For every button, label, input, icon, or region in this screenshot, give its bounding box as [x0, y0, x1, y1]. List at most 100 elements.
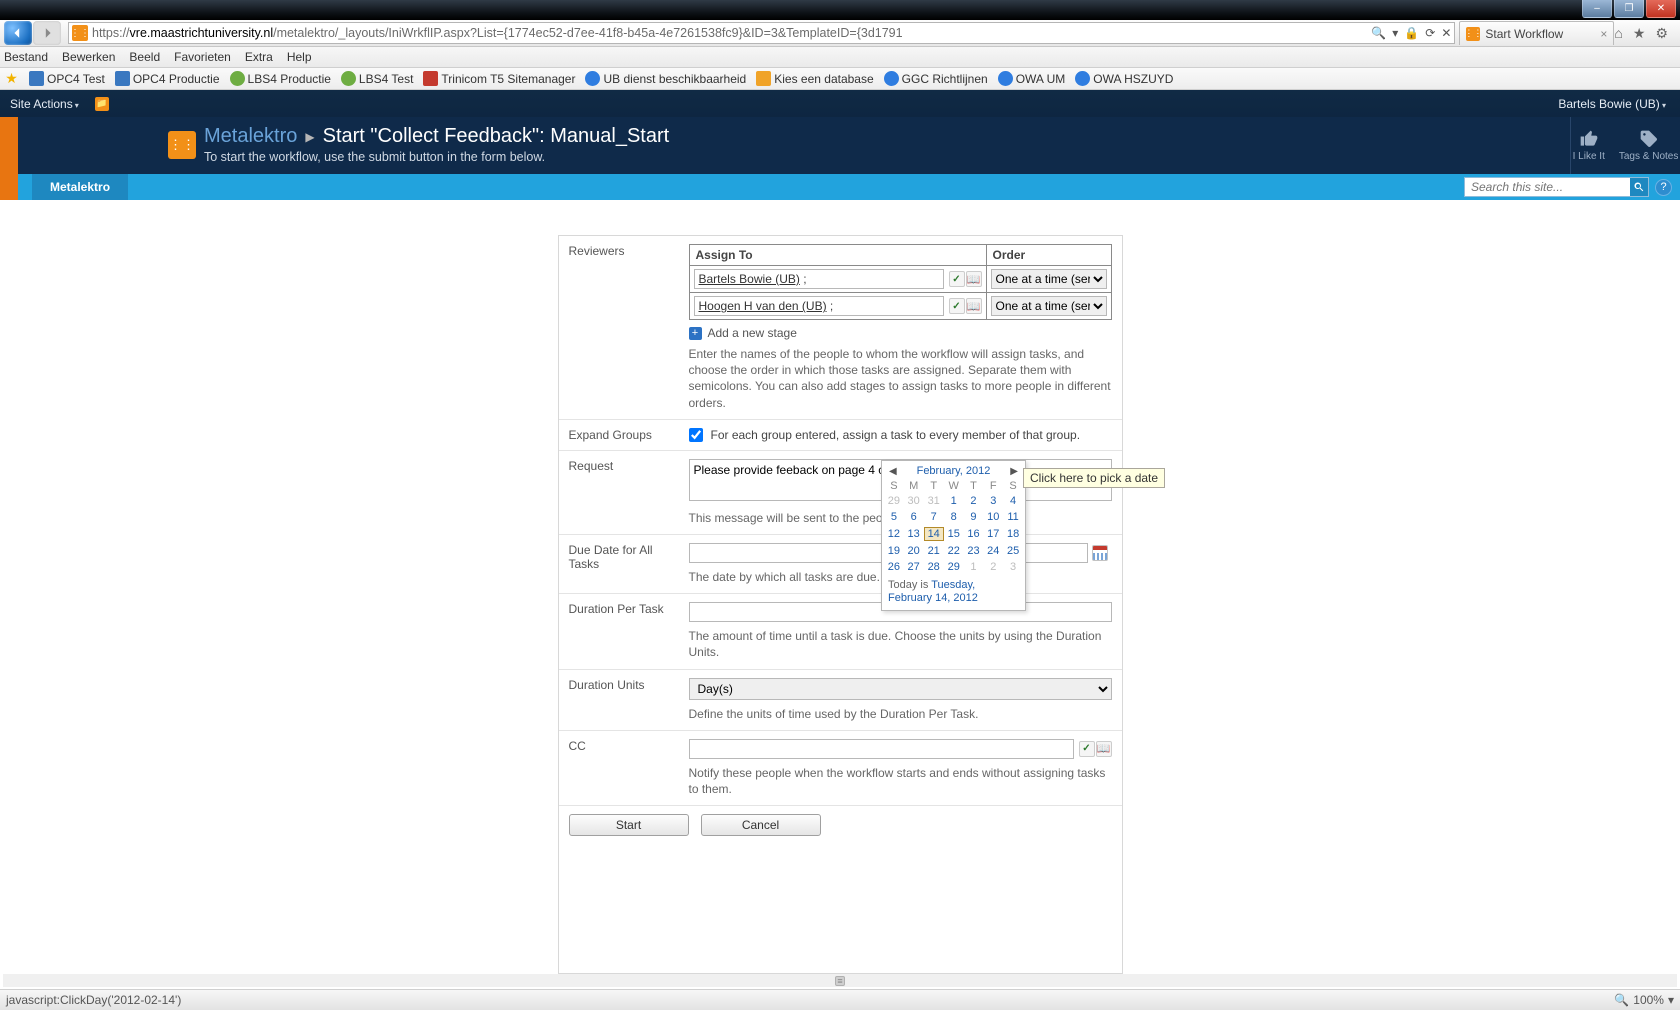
cal-day[interactable]: 10: [983, 509, 1003, 525]
menu-favorieten[interactable]: Favorieten: [174, 50, 231, 64]
cal-day[interactable]: 12: [884, 525, 904, 543]
o2-icon: [115, 71, 130, 86]
cal-day[interactable]: 11: [1003, 509, 1023, 525]
browse-people-button[interactable]: [1096, 741, 1112, 757]
horizontal-scrollbar[interactable]: ≡: [3, 974, 1677, 987]
fav-link-opc4-productie[interactable]: OPC4 Productie: [115, 71, 220, 86]
ie-icon: [884, 71, 899, 86]
favorites-button[interactable]: ★: [1633, 25, 1646, 42]
check-names-button[interactable]: [949, 298, 965, 314]
fav-link-lbs4-productie[interactable]: LBS4 Productie: [230, 71, 331, 86]
cal-day[interactable]: 19: [884, 543, 904, 559]
cal-day[interactable]: 20: [904, 543, 924, 559]
cal-prev-button[interactable]: ◀: [886, 466, 900, 477]
date-picker-button[interactable]: [1092, 545, 1108, 561]
tools-button[interactable]: ⚙: [1655, 25, 1668, 42]
search-dropdown-icon[interactable]: 🔍: [1371, 26, 1386, 40]
cal-day[interactable]: 17: [983, 525, 1003, 543]
topnav-tab-metalektro[interactable]: Metalektro: [32, 174, 128, 200]
top-nav: Metalektro ?: [0, 174, 1680, 200]
add-stage-link[interactable]: + Add a new stage: [689, 326, 1112, 340]
people-picker-input[interactable]: Hoogen H van den (UB) ;: [694, 296, 944, 316]
cal-day[interactable]: 6: [904, 509, 924, 525]
user-menu[interactable]: Bartels Bowie (UB): [1558, 97, 1666, 111]
fav-link-lbs4-test[interactable]: LBS4 Test: [341, 71, 413, 86]
browse-people-button[interactable]: [966, 271, 982, 287]
people-picker-input[interactable]: Bartels Bowie (UB) ;: [694, 269, 944, 289]
cal-day[interactable]: 29: [944, 559, 964, 575]
help-button[interactable]: ?: [1655, 179, 1672, 196]
fav-link-owa-hszuyd[interactable]: OWA HSZUYD: [1075, 71, 1173, 86]
fav-link-ggc-richtlijnen[interactable]: GGC Richtlijnen: [884, 71, 988, 86]
tags-notes-button[interactable]: Tags & Notes: [1619, 129, 1678, 162]
stop-button[interactable]: ✕: [1441, 26, 1451, 40]
order-select[interactable]: One at a time (serial): [991, 269, 1107, 289]
cal-day[interactable]: 13: [904, 525, 924, 543]
cal-next-button[interactable]: ▶: [1007, 466, 1021, 477]
menu-help[interactable]: Help: [287, 50, 312, 64]
window-maximize-button[interactable]: ❐: [1614, 0, 1644, 18]
breadcrumb-root-link[interactable]: Metalektro: [204, 125, 297, 148]
site-actions-menu[interactable]: Site Actions: [0, 97, 89, 111]
fav-link-kies-een-database[interactable]: Kies een database: [756, 71, 873, 86]
menu-extra[interactable]: Extra: [245, 50, 273, 64]
menu-beeld[interactable]: Beeld: [129, 50, 160, 64]
refresh-button[interactable]: ⟳: [1425, 26, 1435, 40]
form-buttons: Start Cancel: [559, 806, 1122, 844]
cal-day[interactable]: 23: [964, 543, 984, 559]
cal-day[interactable]: 8: [944, 509, 964, 525]
cal-day: 2: [983, 559, 1003, 575]
cal-day[interactable]: 26: [884, 559, 904, 575]
home-button[interactable]: ⌂: [1614, 25, 1622, 41]
cal-day[interactable]: 3: [983, 493, 1003, 509]
site-search-button[interactable]: [1630, 178, 1648, 196]
cal-day[interactable]: 5: [884, 509, 904, 525]
cal-day[interactable]: 21: [924, 543, 944, 559]
order-select[interactable]: One at a time (serial): [991, 296, 1107, 316]
fav-link-opc4-test[interactable]: OPC4 Test: [29, 71, 105, 86]
forward-button[interactable]: [33, 21, 61, 45]
fav-link-owa-um[interactable]: OWA UM: [998, 71, 1066, 86]
cal-day[interactable]: 9: [964, 509, 984, 525]
menu-bewerken[interactable]: Bewerken: [62, 50, 115, 64]
sharepoint-ribbon: Site Actions 📁 Bartels Bowie (UB): [0, 90, 1680, 117]
cal-day[interactable]: 7: [924, 509, 944, 525]
window-close-button[interactable]: ✕: [1646, 0, 1676, 18]
zoom-dropdown[interactable]: ▾: [1668, 993, 1674, 1007]
browse-people-button[interactable]: [966, 298, 982, 314]
cal-day[interactable]: 14: [924, 525, 944, 543]
cal-day[interactable]: 15: [944, 525, 964, 543]
i-like-it-button[interactable]: I Like It: [1573, 129, 1605, 162]
window-minimize-button[interactable]: –: [1582, 0, 1612, 18]
cal-day[interactable]: 1: [944, 493, 964, 509]
cancel-button[interactable]: Cancel: [701, 814, 821, 836]
check-names-button[interactable]: [949, 271, 965, 287]
scroll-thumb[interactable]: ≡: [835, 976, 845, 986]
fav-link-ub-dienst-beschikbaarheid[interactable]: UB dienst beschikbaarheid: [585, 71, 746, 86]
cal-day[interactable]: 25: [1003, 543, 1023, 559]
menu-bestand[interactable]: Bestand: [4, 50, 48, 64]
check-names-button[interactable]: [1079, 741, 1095, 757]
site-search-input[interactable]: [1465, 180, 1630, 194]
tab-close-button[interactable]: ×: [1600, 27, 1607, 41]
cal-day[interactable]: 24: [983, 543, 1003, 559]
breadcrumb: Metalektro ▶ Start "Collect Feedback": M…: [204, 125, 669, 148]
navigate-up-button[interactable]: 📁: [95, 97, 109, 111]
cal-day[interactable]: 18: [1003, 525, 1023, 543]
browser-tab[interactable]: ⋮⋮ Start Workflow ×: [1459, 21, 1614, 45]
o1-icon: [29, 71, 44, 86]
cc-people-input[interactable]: [689, 739, 1074, 759]
fav-link-trinicom-t5-sitemanager[interactable]: Trinicom T5 Sitemanager: [423, 71, 575, 86]
back-button[interactable]: [4, 21, 32, 45]
expand-groups-checkbox[interactable]: [689, 428, 703, 442]
cal-day[interactable]: 22: [944, 543, 964, 559]
cal-day[interactable]: 4: [1003, 493, 1023, 509]
cal-day[interactable]: 16: [964, 525, 984, 543]
fav-star-button[interactable]: ★: [4, 71, 19, 86]
start-button[interactable]: Start: [569, 814, 689, 836]
duration-units-select[interactable]: Day(s): [689, 678, 1112, 700]
cal-day[interactable]: 27: [904, 559, 924, 575]
address-bar[interactable]: ⋮⋮ https://vre.maastrichtuniversity.nl/m…: [68, 22, 1455, 44]
cal-day[interactable]: 2: [964, 493, 984, 509]
cal-day[interactable]: 28: [924, 559, 944, 575]
